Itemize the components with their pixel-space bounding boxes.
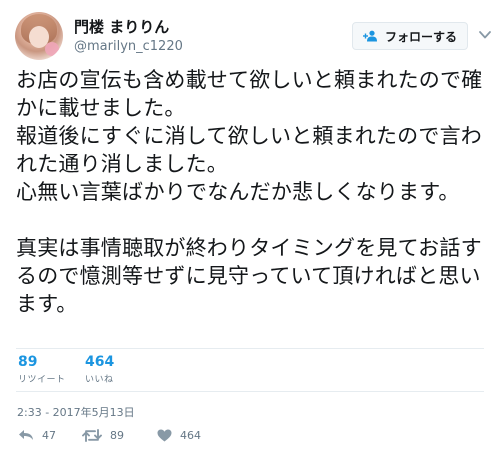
like-button[interactable]: 464 bbox=[157, 426, 201, 444]
retweet-stat[interactable]: 89 リツイート bbox=[18, 354, 66, 385]
reply-button[interactable]: 47 bbox=[18, 426, 56, 444]
follow-button[interactable]: フォローする bbox=[352, 22, 468, 50]
retweet-count: 89 bbox=[18, 354, 38, 370]
avatar-flower bbox=[45, 42, 59, 56]
avatar[interactable] bbox=[15, 12, 63, 60]
display-name[interactable]: 門楼 まりりん bbox=[74, 18, 183, 36]
retweet-action-count: 89 bbox=[110, 428, 124, 442]
divider bbox=[16, 348, 484, 349]
tweet-text: お店の宣伝も含め載せて欲しいと頼まれたので確かに載せました。 報道後にすぐに消し… bbox=[16, 68, 483, 316]
heart-icon bbox=[157, 429, 172, 441]
retweet-button[interactable]: 89 bbox=[82, 426, 124, 444]
timestamp[interactable]: 2:33 - 2017年5月13日 bbox=[17, 404, 135, 420]
like-label: いいね bbox=[85, 375, 114, 385]
reply-icon bbox=[19, 430, 33, 440]
like-stat[interactable]: 464 いいね bbox=[85, 354, 114, 385]
user-name-block[interactable]: 門楼 まりりん @marilyn_c1220 bbox=[74, 18, 183, 56]
chevron-down-icon[interactable] bbox=[479, 30, 491, 40]
follow-button-label: フォローする bbox=[384, 29, 457, 44]
like-count: 464 bbox=[85, 354, 115, 370]
divider bbox=[16, 391, 484, 392]
tweet-card: 門楼 まりりん @marilyn_c1220 フォローする お店の宣伝も含め載せ… bbox=[0, 0, 500, 459]
retweet-icon bbox=[82, 428, 102, 442]
like-action-count: 464 bbox=[180, 428, 201, 442]
reply-count: 47 bbox=[42, 428, 56, 442]
screen-name[interactable]: @marilyn_c1220 bbox=[74, 38, 183, 56]
retweet-label: リツイート bbox=[18, 375, 66, 385]
add-user-icon bbox=[362, 30, 377, 42]
